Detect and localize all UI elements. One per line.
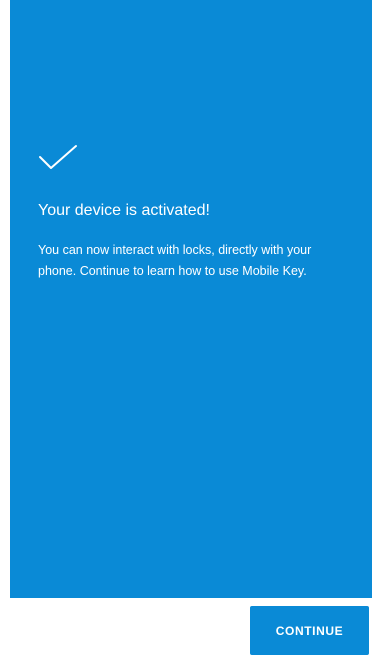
checkmark-icon xyxy=(39,145,77,169)
activation-screen: Your device is activated! You can now in… xyxy=(0,0,372,658)
activation-panel: Your device is activated! You can now in… xyxy=(10,0,372,598)
activation-title: Your device is activated! xyxy=(38,202,210,219)
activation-message: You can now interact with locks, directl… xyxy=(38,243,312,278)
continue-button[interactable]: CONTINUE xyxy=(250,606,369,655)
